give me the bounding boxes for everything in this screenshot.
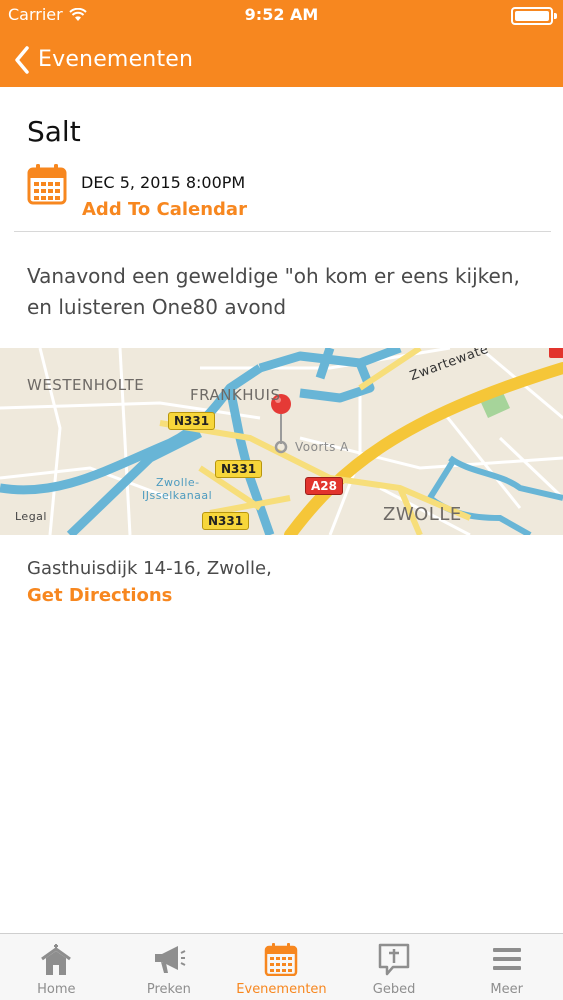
tab-evenementen-label: Evenementen — [236, 982, 327, 997]
navigation-bar: Evenementen — [0, 32, 563, 87]
prayer-bubble-icon — [378, 943, 410, 976]
tab-meer[interactable]: Meer — [450, 934, 563, 1000]
location-map[interactable]: WESTENHOLTE FRANKHUIS ZWOLLE Zwartewate … — [0, 348, 563, 535]
tab-gebed-label: Gebed — [372, 982, 416, 997]
map-legal-link[interactable]: Legal — [15, 510, 47, 523]
map-label-kanaal-2: IJsselkanaal — [142, 489, 213, 502]
tab-home-label: Home — [37, 982, 76, 997]
map-label-kanaal-1: Zwolle- — [156, 476, 200, 489]
road-badge-n331: N331 — [202, 512, 250, 530]
road-badge-n331: N331 — [215, 460, 263, 478]
map-label-westenholte: WESTENHOLTE — [27, 376, 145, 394]
tab-gebed[interactable]: Gebed — [338, 934, 451, 1000]
divider — [14, 231, 551, 232]
tab-meer-label: Meer — [490, 982, 523, 997]
back-button-label: Evenementen — [38, 47, 194, 72]
event-title: Salt — [27, 115, 81, 148]
map-label-voorts: Voorts A — [295, 440, 349, 454]
road-badge-n331: N331 — [168, 412, 216, 430]
add-to-calendar-link[interactable]: Add To Calendar — [82, 199, 247, 220]
tab-bar: Home Preken Evenementen Gebed Meer — [0, 933, 563, 1000]
status-bar: Carrier 9:52 AM — [0, 0, 563, 30]
battery-icon — [511, 7, 557, 25]
header: Carrier 9:52 AM Evenementen — [0, 0, 563, 87]
event-description: Vanavond een geweldige "oh kom er eens k… — [27, 264, 520, 319]
menu-icon — [492, 948, 521, 970]
road-badge-a28: A28 — [305, 477, 343, 495]
chevron-left-icon — [15, 45, 29, 74]
megaphone-icon — [154, 946, 186, 973]
get-directions-link[interactable]: Get Directions — [27, 585, 172, 606]
status-time: 9:52 AM — [244, 5, 319, 24]
map-label-zwolle: ZWOLLE — [383, 504, 462, 525]
house-icon — [41, 944, 72, 975]
tab-preken-label: Preken — [146, 982, 191, 997]
calendar-icon — [265, 943, 298, 976]
tab-home[interactable]: Home — [0, 934, 113, 1000]
event-address: Gasthuisdijk 14-16, Zwolle, — [27, 558, 272, 579]
tab-evenementen[interactable]: Evenementen — [225, 934, 338, 1000]
back-button[interactable]: Evenementen — [14, 45, 194, 74]
calendar-icon — [27, 164, 67, 205]
map-label-frankhuis: FRANKHUIS — [190, 386, 281, 404]
tab-preken[interactable]: Preken — [113, 934, 226, 1000]
